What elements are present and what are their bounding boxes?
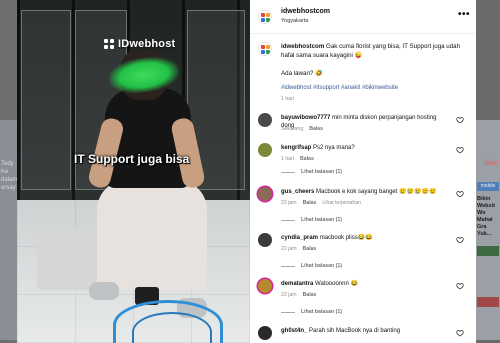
comment-body: Watoooonnn 😂 (313, 281, 358, 287)
commenter-username[interactable]: bayuwibowo7777 (281, 115, 330, 121)
view-replies-button[interactable]: Lihat balasan (1) (281, 263, 342, 269)
comment-item: gh0st4n_ Parah sih MacBook nya di bantin… (258, 326, 470, 343)
scene-chair (37, 230, 97, 290)
commenter-username[interactable]: kengrifsap (281, 145, 311, 151)
post-timestamp[interactable]: 1 hari (281, 96, 294, 102)
comment-body: macbook pliss😂😂 (318, 235, 373, 241)
background-tag2-right (477, 297, 499, 307)
view-replies-label[interactable]: Lihat balasan (1) (301, 309, 342, 315)
comment-item: gus_cheers Macbook e kok sayang banget 😢… (258, 187, 470, 223)
comment-timestamp[interactable]: 1 hari (281, 156, 294, 162)
commenter-username[interactable]: cyndia_pram (281, 235, 318, 241)
like-heart-icon[interactable] (456, 282, 464, 290)
comment-timestamp[interactable]: Sekarang (281, 126, 303, 132)
comment-body: Ps2 nya mana? (311, 145, 355, 151)
view-replies-button[interactable]: Lihat balasan (1) (281, 169, 342, 175)
view-replies-label[interactable]: Lihat balasan (1) (301, 263, 342, 269)
replies-divider (281, 171, 295, 173)
like-heart-icon[interactable] (456, 190, 464, 198)
replies-divider (281, 311, 295, 313)
scene-glass-panel (21, 10, 71, 190)
caption-username[interactable]: idwebhostcom (281, 43, 324, 50)
caption-avatar[interactable] (258, 42, 272, 56)
comment-timestamp[interactable]: 22 jam (281, 292, 297, 298)
comment-meta: Sekarang Balas (281, 126, 323, 132)
background-logo-right: idwe (482, 160, 498, 167)
post-modal: IDwebhost IT Support juga bisa idwebhost… (17, 0, 476, 343)
comment-meta: 1 hari Balas (281, 156, 314, 162)
comment-item: bayuwibowo7777 min minta diskon perpanja… (258, 113, 470, 143)
comment-text: cyndia_pram macbook pliss😂😂 (281, 234, 449, 242)
commenter-avatar[interactable] (258, 113, 272, 127)
view-replies-label[interactable]: Lihat balasan (1) (301, 169, 342, 175)
reply-button[interactable]: Balas (303, 292, 317, 298)
scene-person-legs (97, 180, 207, 290)
like-heart-icon[interactable] (456, 236, 464, 244)
reply-button[interactable]: Balas (300, 156, 314, 162)
video-caption: IT Support juga bisa (74, 152, 190, 166)
commenter-username[interactable]: gus_cheers (281, 189, 314, 195)
commenter-avatar[interactable] (258, 143, 272, 157)
comment-body: Macbook e kok sayang banget 😢😢😢😢😢 (314, 189, 437, 195)
reply-button[interactable]: Balas (303, 200, 317, 206)
comment-timestamp[interactable]: 22 jam (281, 246, 297, 252)
view-replies-label[interactable]: Lihat balasan (1) (301, 217, 342, 223)
replies-divider (281, 265, 295, 267)
caption-hashtags[interactable]: #idwebhost #itsupport #anakit #bikinwebs… (281, 85, 398, 91)
account-avatar[interactable] (258, 10, 272, 24)
like-heart-icon[interactable] (456, 329, 464, 337)
reply-button[interactable]: Balas (309, 126, 323, 132)
account-username[interactable]: idwebhostcom (281, 8, 330, 15)
comment-timestamp[interactable]: 23 jam (281, 200, 297, 206)
like-heart-icon[interactable] (456, 146, 464, 154)
background-tag-right (477, 246, 499, 256)
idwebhost-logo-icon (104, 38, 115, 50)
idwebhost-watermark: IDwebhost (104, 38, 175, 50)
comment-meta: 22 jam Balas (281, 292, 316, 298)
watermark-text: IDwebhost (118, 38, 176, 50)
reply-button[interactable]: Balas (303, 246, 317, 252)
comment-text: gh0st4n_ Parah sih MacBook nya di bantin… (281, 327, 449, 335)
caption-text: idwebhostcom Gak cuma florist yang bisa,… (281, 42, 469, 60)
commenter-username[interactable]: gh0st4n_ (281, 328, 307, 334)
comment-meta: 23 jam Balas Lihat terjemahan (281, 200, 361, 206)
post-video[interactable]: IDwebhost IT Support juga bisa (17, 0, 250, 343)
background-badge-right: mobile (477, 182, 499, 191)
comment-text: dematantra Watoooonnn 😂 (281, 280, 449, 288)
caption-question: Ada lawan? 🤣 (281, 70, 323, 77)
commenter-username[interactable]: dematantra (281, 281, 313, 287)
comment-text: kengrifsap Ps2 nya mana? (281, 144, 449, 152)
comment-item: dematantra Watoooonnn 😂 22 jam Balas Lihat … (258, 279, 470, 315)
scene-shoe (89, 282, 119, 300)
more-options-icon[interactable]: ••• (458, 9, 470, 20)
translate-button[interactable]: Lihat terjemahan (322, 200, 361, 206)
comment-item: cyndia_pram macbook pliss😂😂 22 jam Balas Li… (258, 233, 470, 269)
view-replies-button[interactable]: Lihat balasan (1) (281, 309, 342, 315)
commenter-avatar[interactable] (258, 326, 272, 340)
comment-item: kengrifsap Ps2 nya mana? 1 hari Balas Lihat… (258, 143, 470, 175)
comment-body: Parah sih MacBook nya di banting (307, 328, 401, 334)
like-heart-icon[interactable] (456, 116, 464, 124)
commenter-avatar[interactable] (258, 279, 272, 293)
comment-text: gus_cheers Macbook e kok sayang banget 😢… (281, 188, 449, 196)
view-replies-button[interactable]: Lihat balasan (1) (281, 217, 342, 223)
commenter-avatar[interactable] (258, 233, 272, 247)
post-location[interactable]: Yogyakarta (281, 18, 308, 24)
comments-panel: idwebhostcom Yogyakarta ••• idwebhostcom… (250, 0, 476, 343)
comment-meta: 22 jam Balas (281, 246, 316, 252)
post-header: idwebhostcom Yogyakarta ••• (250, 0, 476, 34)
replies-divider (281, 219, 295, 221)
commenter-avatar[interactable] (258, 187, 272, 201)
background-text-right: Bikin Websit Wo Mahal Gra Yuk... (477, 196, 495, 237)
